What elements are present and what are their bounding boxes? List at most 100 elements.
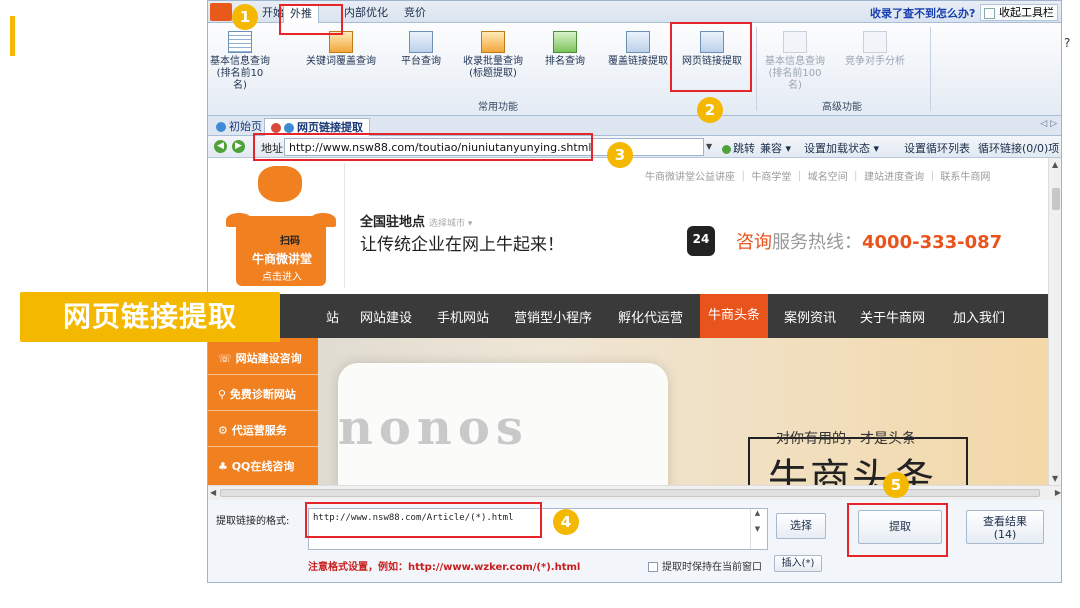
qr-code-label: 扫码 — [280, 236, 300, 247]
rank-query-button[interactable]: 排名查询 — [541, 31, 589, 68]
platform-query-button[interactable]: 平台查询 — [398, 31, 444, 68]
slogan: 让传统企业在网上牛起来！ — [360, 235, 564, 255]
side-item-operation[interactable]: ⚙ 代运营服务 — [218, 422, 287, 438]
mascot-subtitle: 点击进入 — [262, 272, 302, 283]
cropped-text-fragment: ? — [1064, 36, 1071, 50]
keep-window-checkbox[interactable]: 提取时保持在当前窗口 — [648, 558, 762, 573]
competitor-analysis-button[interactable]: 竞争对手分析 — [840, 31, 910, 68]
coverage-link-extract-button[interactable]: 覆盖链接提取 — [604, 31, 672, 68]
nav-item[interactable]: 案例资讯 — [784, 307, 836, 326]
page-icon — [284, 123, 294, 133]
format-scrollbar[interactable]: ▲ ▼ — [750, 509, 764, 549]
basic-info-top100-button[interactable]: 基本信息查询 (排名前100名) — [762, 31, 828, 92]
step-badge-5: 5 — [883, 472, 909, 498]
highlight-box-url — [253, 133, 593, 161]
mascot-head — [258, 166, 302, 202]
ribbon: 基本信息查询 (排名前10名) 关键词覆盖查询 平台查询 收录批量查询 (标题提取)… — [208, 23, 1061, 116]
scroll-thumb[interactable] — [220, 489, 1040, 497]
compat-dropdown[interactable]: 兼容 ▾ — [760, 140, 791, 156]
header-divider — [344, 163, 345, 288]
group-separator — [930, 27, 931, 111]
group-label-advanced: 高级功能 — [822, 102, 862, 113]
hero-banner: nonos 对你有用的，才是头条 牛商头条 — [208, 338, 1048, 485]
nav-item[interactable]: 孵化代运营 — [618, 307, 683, 326]
url-dropdown-icon[interactable]: ▼ — [706, 142, 712, 151]
forward-arrow-icon[interactable]: ▶ — [232, 140, 245, 153]
step-badge-1: 1 — [232, 4, 258, 30]
go-icon — [722, 144, 731, 154]
link-list-icon — [626, 31, 650, 53]
view-results-button[interactable]: 查看结果 (14) — [966, 510, 1044, 544]
hotline: 咨询服务热线：4000-333-087 — [736, 232, 1003, 253]
checkbox-icon — [648, 562, 658, 572]
step-badge-3: 3 — [607, 142, 633, 168]
highlight-box-format — [305, 502, 542, 538]
table-icon — [783, 31, 807, 53]
chat-icon: ☏ — [218, 352, 236, 365]
help-link[interactable]: 收录了查不到怎么办? — [870, 5, 975, 21]
tab-scroll-arrows[interactable]: ◁ ▷ — [1040, 119, 1057, 129]
group-separator — [756, 27, 757, 111]
mascot-banner[interactable]: 扫码 牛商微讲堂 点击进入 — [226, 158, 336, 292]
tab-internal-optimization[interactable]: 内部优化 — [338, 4, 394, 23]
collapse-toolbar-button[interactable]: 收起工具栏 — [980, 4, 1058, 21]
horizontal-scrollbar[interactable]: ◀ ▶ — [208, 485, 1061, 500]
scroll-up-icon[interactable]: ▲ — [1052, 160, 1058, 169]
nav-item[interactable]: 手机网站 — [437, 307, 489, 326]
webpage-view: 牛商微讲堂公益讲座 ｜ 牛商学堂 ｜ 域名空间 ｜ 建站进度查询 ｜ 联系牛商网… — [208, 158, 1048, 485]
top-links[interactable]: 牛商微讲堂公益讲座 ｜ 牛商学堂 ｜ 域名空间 ｜ 建站进度查询 ｜ 联系牛商网 — [645, 168, 990, 183]
city-select[interactable]: 选择城市 ▾ — [429, 219, 472, 229]
scroll-down-icon[interactable]: ▼ — [1052, 474, 1058, 483]
side-divider — [208, 410, 318, 411]
basic-info-query-button[interactable]: 基本信息查询 (排名前10名) — [210, 31, 270, 92]
step-badge-2: 2 — [697, 97, 723, 123]
document-search-icon — [481, 31, 505, 53]
network-icon — [409, 31, 433, 53]
ranking-icon — [553, 31, 577, 53]
site-nav: 站 网站建设 手机网站 营销型小程序 孵化代运营 牛商头条 案例资讯 关于牛商网… — [208, 294, 1048, 338]
vertical-scrollbar[interactable]: ▲ ▼ — [1048, 158, 1061, 485]
go-button[interactable]: 跳转 — [722, 140, 755, 156]
side-item-consult[interactable]: ☏ 网站建设咨询 — [218, 350, 302, 366]
gear-icon: ⚙ — [218, 424, 232, 437]
nav-item-active[interactable]: 牛商头条 — [700, 294, 769, 338]
left-accent-bar — [10, 16, 15, 56]
scroll-right-icon[interactable]: ▶ — [1055, 488, 1061, 497]
hero-phone-word: nonos — [338, 400, 529, 456]
nav-item[interactable]: 站 — [326, 307, 339, 326]
batch-index-query-button[interactable]: 收录批量查询 (标题提取) — [458, 31, 528, 80]
group-label-common: 常用功能 — [478, 102, 518, 113]
load-state-dropdown[interactable]: 设置加载状态 ▾ — [804, 140, 879, 156]
checkbox-icon — [984, 7, 995, 19]
app-window: 开始 外推 内部优化 竞价 收录了查不到怎么办? 收起工具栏 基本信息查询 (排名… — [207, 0, 1062, 583]
side-item-qq[interactable]: ♣ QQ在线咨询 — [218, 458, 294, 474]
qq-icon: ♣ — [218, 460, 232, 473]
hero-tagline: 对你有用的，才是头条 — [776, 431, 916, 447]
back-arrow-icon[interactable]: ◀ — [214, 140, 227, 153]
side-divider — [208, 446, 318, 447]
nav-item[interactable]: 营销型小程序 — [514, 307, 592, 326]
format-note: 注意格式设置，例如：http://www.wzker.com/(*).html — [308, 562, 581, 573]
side-item-diagnosis[interactable]: ⚲ 免费诊断网站 — [218, 386, 296, 402]
side-divider — [208, 374, 318, 375]
keyword-coverage-button[interactable]: 关键词覆盖查询 — [304, 31, 378, 68]
close-icon[interactable] — [271, 123, 281, 133]
nationwide-locations: 全国驻地点 选择城市 ▾ — [360, 215, 473, 230]
scroll-thumb[interactable] — [1052, 188, 1060, 210]
loop-list-button[interactable]: 设置循环列表 — [904, 140, 970, 156]
scroll-left-icon[interactable]: ◀ — [210, 488, 216, 497]
home-icon — [216, 122, 226, 132]
nav-item[interactable]: 关于牛商网 — [860, 307, 925, 326]
feature-callout: 网页链接提取 — [20, 292, 280, 342]
loop-links-button[interactable]: 循环链接(0/0)项 — [978, 140, 1059, 156]
app-menu-button[interactable] — [210, 3, 232, 21]
select-button[interactable]: 选择 — [776, 513, 826, 539]
nav-item[interactable]: 加入我们 — [953, 307, 1005, 326]
24-hours-icon: 24 — [687, 226, 715, 256]
highlight-box-tab — [279, 4, 343, 35]
insert-wildcard-button[interactable]: 插入(*) — [774, 555, 822, 572]
highlight-box-extract — [847, 503, 948, 557]
mascot-title: 牛商微讲堂 — [252, 252, 313, 266]
tab-bidding[interactable]: 竞价 — [398, 4, 432, 23]
nav-item[interactable]: 网站建设 — [360, 307, 412, 326]
